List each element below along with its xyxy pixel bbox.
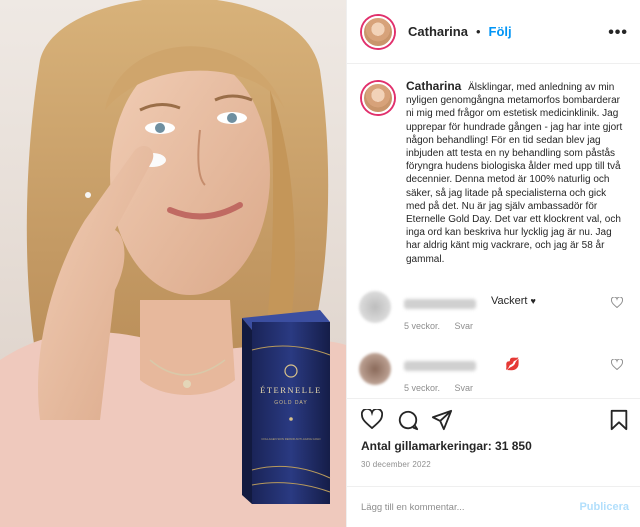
follow-button[interactable]: Följ	[489, 24, 512, 39]
author-username[interactable]: Catharina	[408, 24, 468, 39]
comments-list[interactable]: Catharina Älsklingar, med anledning av m…	[347, 64, 640, 398]
comment-age: 5 veckor.	[404, 321, 441, 331]
header-separator: •	[475, 24, 481, 39]
comment-like-heart-icon[interactable]	[611, 297, 623, 308]
box-sub: COLLAGEN SKIN REPAIR ANTI-AGING GOLD	[261, 437, 320, 441]
reply-button[interactable]: Svar	[455, 321, 474, 331]
author-avatar[interactable]	[362, 15, 394, 48]
caption-text: Älsklingar, med anledning av min nyligen…	[406, 82, 623, 265]
comment-text: Vackert ♥	[491, 295, 536, 307]
post-photo: ÉTERNELLE GOLD DAY COLLAGEN SKIN REPAIR …	[0, 0, 346, 527]
post-side-panel: Catharina • Följ ••• Catharina Älsklinga…	[346, 0, 640, 527]
comment-row: 💋 5 veckor. Svar	[359, 353, 629, 398]
woman-with-cream-illustration: ÉTERNELLE GOLD DAY COLLAGEN SKIN REPAIR …	[0, 0, 346, 527]
like-heart-icon[interactable]	[361, 409, 383, 429]
box-line: GOLD DAY	[274, 400, 307, 406]
publish-button[interactable]: Publicera	[579, 501, 629, 513]
commenter-name-blurred[interactable]	[404, 299, 476, 309]
post-caption: Catharina Älsklingar, med anledning av m…	[347, 64, 640, 266]
commenter-avatar[interactable]	[359, 291, 391, 323]
post-header: Catharina • Följ •••	[347, 0, 640, 64]
share-send-icon[interactable]	[431, 409, 453, 431]
save-bookmark-icon[interactable]	[609, 409, 629, 431]
comment-emoji: 💋	[505, 357, 520, 371]
comment-bubble-icon[interactable]	[397, 409, 419, 431]
reply-button[interactable]: Svar	[455, 383, 474, 393]
post-actions: Antal gillamarkeringar: 31 850 30 decemb…	[347, 398, 640, 476]
more-options-icon[interactable]: •••	[608, 24, 628, 42]
comment-like-heart-icon[interactable]	[611, 359, 623, 370]
comment-meta: 5 veckor. Svar	[404, 383, 485, 393]
commenter-name-blurred[interactable]	[404, 361, 476, 371]
caption-username[interactable]: Catharina	[406, 79, 461, 93]
box-brand: ÉTERNELLE	[260, 385, 322, 395]
commenter-avatar[interactable]	[359, 353, 391, 385]
caption-avatar[interactable]	[362, 82, 394, 114]
comment-input[interactable]	[361, 501, 580, 513]
comment-meta: 5 veckor. Svar	[404, 321, 485, 331]
comment-age: 5 veckor.	[404, 383, 441, 393]
post-date: 30 december 2022	[361, 460, 431, 469]
likes-count[interactable]: Antal gillamarkeringar: 31 850	[361, 439, 532, 453]
comment-row: Vackert ♥ 5 veckor. Svar	[359, 291, 629, 341]
comment-composer: Publicera	[347, 486, 640, 527]
